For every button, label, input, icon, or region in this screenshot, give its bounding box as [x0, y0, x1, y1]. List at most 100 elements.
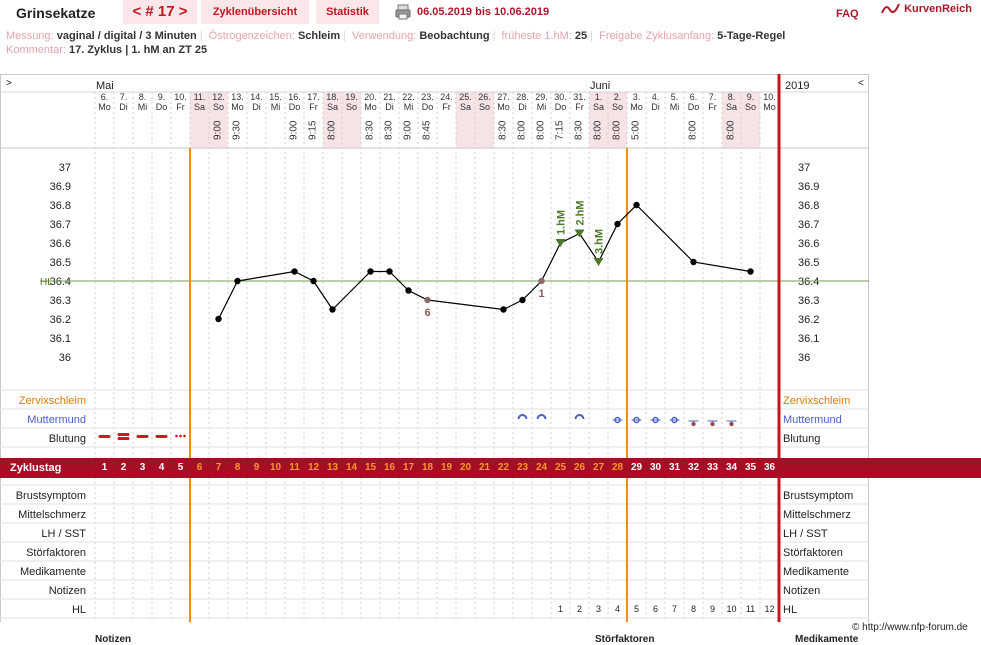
y-tick-label-right: 36.1: [798, 333, 819, 345]
y-tick-label-right: 36.6: [798, 238, 819, 250]
hl-day-number: 6: [652, 604, 658, 614]
temperature-point: [614, 220, 621, 228]
row-label-zervixschleim-right: Zervixschleim: [783, 395, 851, 407]
hl-day-number: 8: [690, 604, 696, 614]
day-weekday: Fr: [708, 102, 717, 112]
day-weekday: So: [345, 102, 357, 112]
day-header[interactable]: 7. Di: [114, 92, 133, 148]
day-header[interactable]: 7. Fr: [703, 92, 722, 148]
high-measure-marker: [574, 229, 585, 238]
day-number: 31.: [573, 92, 586, 102]
measurement-time-text: 9:00: [212, 120, 224, 140]
day-header[interactable]: 14. Di: [247, 92, 266, 148]
day-weekday: Fr: [442, 102, 451, 112]
temperature-point: [329, 306, 336, 313]
cycle-day-number: 2: [120, 462, 127, 473]
day-weekday: Do: [687, 102, 700, 112]
day-number: 29.: [535, 92, 548, 102]
day-number: 28.: [516, 92, 529, 102]
row-label-hl-right: HL: [783, 604, 798, 616]
day-weekday: Do: [288, 102, 301, 112]
temperature-point: [215, 315, 222, 323]
temperature-point: [500, 306, 507, 313]
measurement-time: 9:30: [232, 120, 243, 148]
cycle-day-number: 34: [725, 462, 738, 473]
hl-day-number: 10: [726, 604, 737, 614]
day-weekday: So: [478, 102, 490, 112]
y-tick-label: 36.9: [50, 181, 71, 193]
month-june-label: Juni: [590, 80, 611, 92]
day-header[interactable]: 4. Di: [646, 92, 665, 148]
year-label: 2019: [785, 80, 810, 92]
row-label-hl: HL: [71, 604, 86, 616]
day-number: 26.: [478, 92, 491, 102]
y-tick-label: 36: [59, 352, 71, 364]
temperature-point: [367, 268, 374, 275]
measurement-time: 9:15: [308, 120, 319, 148]
day-header[interactable]: 24. Fr: [437, 92, 456, 148]
cycle-day-number: 4: [158, 462, 165, 473]
day-number: 30.: [554, 92, 567, 102]
row-label-medikamente: Medikamente: [19, 566, 86, 578]
row-label-notizen: Notizen: [48, 585, 86, 597]
day-header[interactable]: 9. So: [741, 92, 760, 148]
day-weekday: Di: [119, 102, 128, 112]
day-header[interactable]: 10. Mo: [760, 92, 779, 148]
hl-day-number: 12: [764, 604, 775, 614]
measurement-time: 9:00: [213, 120, 224, 148]
day-number: 23.: [421, 92, 434, 102]
y-tick-label: 36.8: [50, 200, 71, 212]
bleeding-marker: [117, 437, 130, 440]
measurement-time: 8:00: [327, 120, 338, 148]
day-header[interactable]: 8. Mi: [133, 92, 152, 148]
collapse-left-button[interactable]: >: [6, 78, 12, 89]
y-tick-label-right: 36.4: [798, 276, 819, 288]
high-measure-label: 1.hM: [556, 210, 568, 235]
cervix-open-icon: [536, 414, 547, 420]
bleeding-marker: [155, 435, 168, 438]
day-header[interactable]: 15. Mi: [266, 92, 285, 148]
measurement-time-text: 8:30: [364, 120, 376, 140]
day-header[interactable]: 5. Mi: [665, 92, 684, 148]
temperature-point: [234, 277, 241, 285]
hl-day-number: 9: [709, 604, 715, 614]
measurement-time-text: 8:30: [497, 120, 509, 140]
bleeding-marker: [136, 435, 149, 438]
day-header[interactable]: 9. Do: [152, 92, 171, 148]
day-header[interactable]: 6. Mo: [95, 92, 114, 148]
day-number: 17.: [307, 92, 320, 102]
collapse-right-button[interactable]: <: [858, 78, 864, 89]
day-header[interactable]: 25. Sa: [456, 92, 475, 148]
day-header[interactable]: 26. So: [475, 92, 494, 148]
temperature-point: [747, 268, 754, 275]
temperature-point: [538, 277, 545, 285]
cycle-day-number: 16: [383, 462, 396, 473]
cycle-day-number: 35: [744, 462, 757, 473]
day-header[interactable]: 10. Fr: [171, 92, 190, 148]
cycle-day-number: 13: [326, 462, 339, 473]
day-weekday: So: [212, 102, 224, 112]
day-weekday: Do: [421, 102, 434, 112]
measurement-time-text: 7:15: [554, 120, 566, 140]
measurement-time: 8:30: [365, 120, 376, 148]
day-header[interactable]: 11. Sa: [190, 92, 209, 148]
cycle-day-number: 5: [177, 462, 184, 473]
cycle-day-number: 33: [706, 462, 719, 473]
y-tick-label: 36.2: [50, 314, 71, 326]
day-number: 5.: [670, 92, 679, 102]
measurement-time-text: 8:00: [611, 120, 623, 140]
measurement-time: 7:15: [555, 120, 566, 148]
day-weekday: Mi: [403, 102, 414, 112]
day-weekday: Mo: [364, 102, 377, 112]
day-weekday: Di: [518, 102, 527, 112]
day-header[interactable]: 19. So: [342, 92, 361, 148]
measurement-time: 9:00: [403, 120, 414, 148]
cycle-day-number: 24: [535, 462, 548, 473]
day-weekday: Mi: [536, 102, 547, 112]
measurement-time-text: 8:30: [573, 120, 585, 140]
day-number: 7.: [119, 92, 128, 102]
measurement-time-text: 9:00: [288, 120, 300, 140]
day-number: 13.: [231, 92, 244, 102]
row-label-stoerfaktoren-right: Störfaktoren: [783, 547, 843, 559]
high-measure-label: 3.hM: [594, 229, 606, 254]
